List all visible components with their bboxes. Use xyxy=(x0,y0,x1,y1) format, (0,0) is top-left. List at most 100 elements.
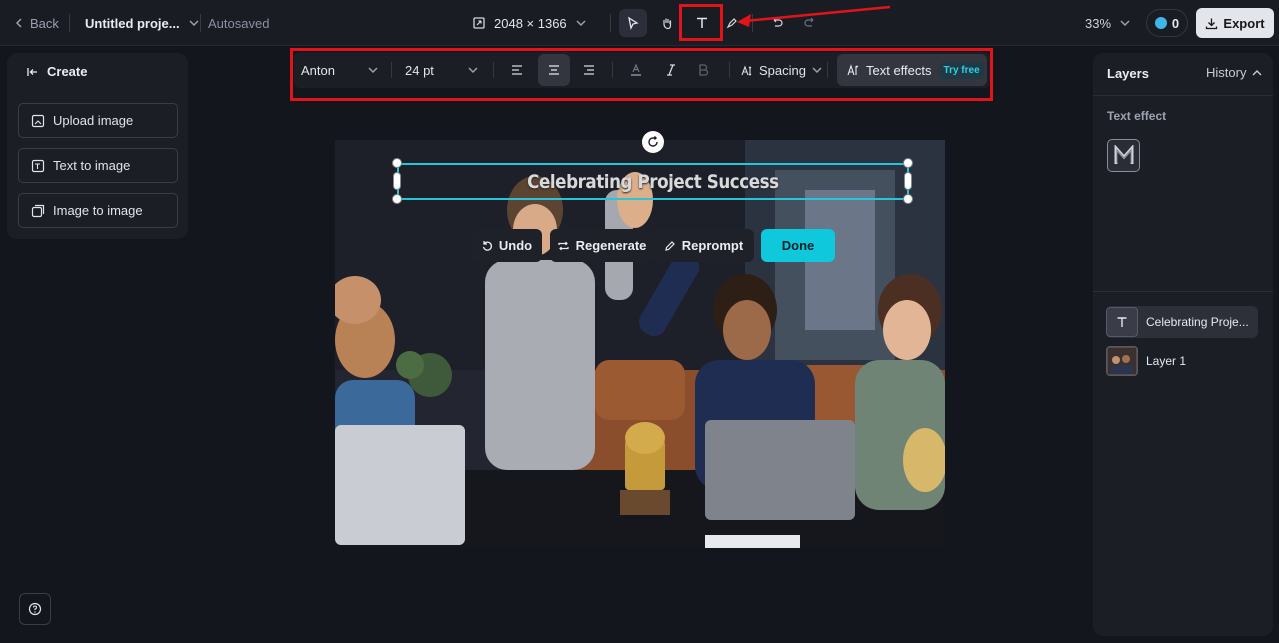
select-tool-button[interactable] xyxy=(619,9,647,37)
layer-text[interactable]: Celebrating Proje... xyxy=(1106,306,1258,338)
resize-handle-bottom-right[interactable] xyxy=(903,194,913,204)
divider xyxy=(612,62,613,78)
spacing-icon xyxy=(741,65,752,76)
export-label: Export xyxy=(1223,15,1265,31)
spacing-label: Spacing xyxy=(759,62,806,78)
zoom-dropdown[interactable]: 33% xyxy=(1085,0,1131,46)
create-label: Create xyxy=(47,64,88,79)
regenerate-button[interactable]: Regenerate xyxy=(550,229,653,262)
divider xyxy=(1093,95,1273,96)
rotate-handle[interactable] xyxy=(642,131,664,153)
help-button[interactable] xyxy=(19,593,51,625)
hand-tool-button[interactable] xyxy=(653,9,681,37)
canvas-size-dropdown[interactable]: 2048 × 1366 xyxy=(472,0,587,46)
align-left-button[interactable] xyxy=(501,54,533,86)
back-button[interactable]: Back xyxy=(14,0,59,46)
chevron-down-icon xyxy=(812,67,822,74)
history-tab[interactable]: History xyxy=(1206,65,1262,80)
cursor-icon xyxy=(628,16,639,30)
rotate-icon xyxy=(648,136,658,147)
image-to-image-button[interactable]: Image to image xyxy=(18,193,178,228)
resize-handle-top-right[interactable] xyxy=(903,158,913,168)
align-left-icon xyxy=(512,65,522,75)
divider xyxy=(200,14,201,32)
text-to-image-label: Text to image xyxy=(53,158,131,173)
text-tool-button[interactable] xyxy=(688,9,716,37)
spacing-dropdown[interactable]: Spacing xyxy=(740,52,823,88)
font-size-dropdown[interactable]: 24 pt xyxy=(405,52,479,88)
create-header[interactable]: Create xyxy=(27,64,87,79)
text-effect-label: Text effect xyxy=(1107,109,1167,123)
align-center-icon xyxy=(549,65,559,75)
done-label: Done xyxy=(781,238,815,253)
chevron-up-icon xyxy=(1252,70,1262,76)
project-name: Untitled proje... xyxy=(85,15,180,31)
try-free-badge: Try free xyxy=(939,61,984,79)
resize-handle-top-left[interactable] xyxy=(392,158,402,168)
font-family-value: Anton xyxy=(301,62,335,78)
image-layer-thumbnail xyxy=(1106,346,1138,376)
text-color-button[interactable] xyxy=(620,54,652,86)
create-panel: Create Upload image Text to image Image … xyxy=(7,53,188,239)
divider xyxy=(1093,291,1273,292)
chevron-down-icon xyxy=(1120,20,1130,27)
effect-m-icon xyxy=(1114,144,1133,164)
undo-action-label: Undo xyxy=(498,238,533,253)
text-to-image-icon xyxy=(31,159,45,172)
resize-handle-bottom-left[interactable] xyxy=(392,194,402,204)
canvas-title-text: Celebrating Project Success xyxy=(527,170,779,193)
resize-handle-right[interactable] xyxy=(904,172,912,190)
bold-button[interactable] xyxy=(687,54,719,86)
credits-count: 0 xyxy=(1171,15,1180,31)
export-button[interactable]: Export xyxy=(1196,8,1274,38)
done-button[interactable]: Done xyxy=(761,229,835,262)
image-to-image-label: Image to image xyxy=(53,203,143,218)
collapse-left-icon xyxy=(27,67,37,76)
credits-badge[interactable]: 0 xyxy=(1146,9,1188,37)
text-effects-button[interactable]: Text effects Try free xyxy=(837,54,987,86)
divider xyxy=(729,62,730,78)
resize-handle-left[interactable] xyxy=(393,172,401,190)
text-color-icon xyxy=(631,63,641,76)
italic-button[interactable] xyxy=(655,54,687,86)
canvas-image[interactable] xyxy=(335,140,945,548)
align-right-button[interactable] xyxy=(573,54,605,86)
help-icon xyxy=(28,602,42,616)
upload-image-label: Upload image xyxy=(53,113,134,128)
layer-image[interactable]: Layer 1 xyxy=(1106,345,1258,377)
font-family-dropdown[interactable]: Anton xyxy=(301,52,379,88)
autosave-status: Autosaved xyxy=(208,15,270,31)
text-effect-preview[interactable] xyxy=(1107,139,1140,172)
download-icon xyxy=(1206,18,1218,29)
project-name-dropdown[interactable]: Untitled proje... xyxy=(85,0,200,46)
divider xyxy=(827,62,828,78)
text-formatting-toolbar: Anton 24 pt Spacing Text effects Try fre… xyxy=(294,52,990,88)
text-to-image-button[interactable]: Text to image xyxy=(18,148,178,183)
upload-image-icon xyxy=(31,114,45,127)
undo-action-button[interactable]: Undo xyxy=(471,229,542,262)
divider xyxy=(610,14,611,32)
reprompt-button[interactable]: Reprompt xyxy=(653,229,754,262)
annotation-arrow-icon xyxy=(737,5,891,27)
layers-tab[interactable]: Layers xyxy=(1107,66,1149,81)
divider xyxy=(69,14,70,32)
align-right-icon xyxy=(584,65,594,75)
upload-image-button[interactable]: Upload image xyxy=(18,103,178,138)
align-center-button[interactable] xyxy=(538,54,570,86)
canvas-size-value: 2048 × 1366 xyxy=(494,15,567,31)
selected-text-layer[interactable]: Celebrating Project Success xyxy=(397,163,909,200)
history-label: History xyxy=(1206,65,1247,80)
chevron-down-icon xyxy=(189,20,199,27)
text-effects-label: Text effects xyxy=(866,62,932,78)
font-size-value: 24 pt xyxy=(405,62,434,78)
back-label: Back xyxy=(30,15,59,31)
zoom-value: 33% xyxy=(1085,15,1112,31)
divider xyxy=(391,62,392,78)
credit-icon xyxy=(1154,17,1167,29)
team-celebration-photo xyxy=(335,140,945,548)
reprompt-label: Reprompt xyxy=(681,238,744,253)
bold-icon xyxy=(699,64,709,76)
hand-icon xyxy=(663,18,672,30)
image-to-image-icon xyxy=(31,204,45,217)
regenerate-icon xyxy=(557,241,569,250)
